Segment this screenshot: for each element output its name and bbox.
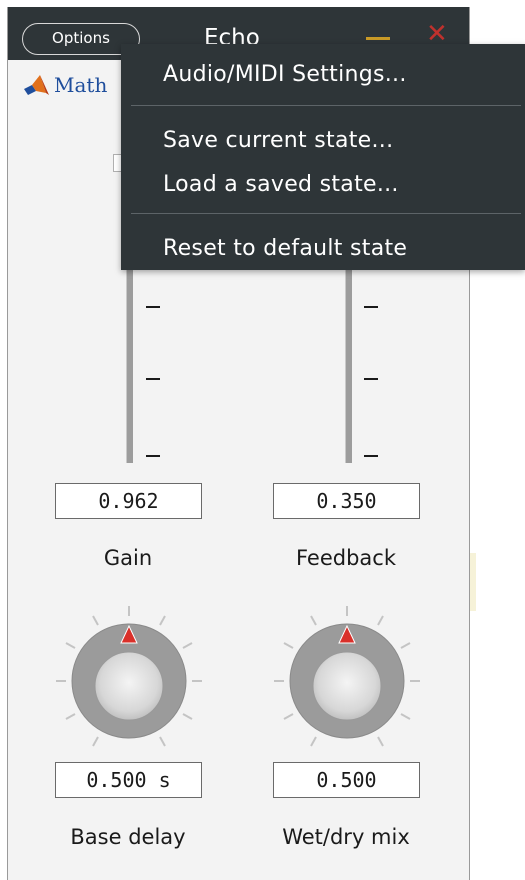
mathworks-logo: Math [22,73,107,97]
minimize-icon[interactable] [366,37,390,40]
background-strip [470,553,476,611]
menu-item-load-state[interactable]: Load a saved state... [163,172,399,197]
gain-slider-tick [146,306,160,308]
gain-slider-tick [146,378,160,380]
wet-dry-value-field[interactable]: 0.500 [273,762,420,798]
menu-item-reset-state[interactable]: Reset to default state [163,236,407,261]
menu-item-audio-midi-settings[interactable]: Audio/MIDI Settings... [163,62,407,87]
gain-value-field[interactable]: 0.962 [55,483,202,519]
feedback-slider-tick [364,306,378,308]
base-delay-value-field[interactable]: 0.500 s [55,762,202,798]
wet-dry-label: Wet/dry mix [282,825,410,849]
logo-text: Math [54,73,108,97]
feedback-slider-tick [364,455,378,457]
menu-separator [131,213,521,214]
gain-slider-track[interactable] [126,270,133,463]
options-menu: Audio/MIDI Settings... Save current stat… [121,44,525,270]
menu-item-save-state[interactable]: Save current state... [163,128,393,153]
gain-label: Gain [103,546,153,570]
base-delay-knob[interactable] [46,598,212,764]
base-delay-label: Base delay [70,825,186,849]
feedback-slider-track[interactable] [345,270,352,463]
feedback-slider-tick [364,378,378,380]
membrane-logo-icon [24,75,49,95]
wet-dry-knob[interactable] [264,598,430,764]
menu-separator [131,105,521,106]
feedback-label: Feedback [295,546,396,570]
gain-slider-tick [146,455,160,457]
feedback-value-field[interactable]: 0.350 [273,483,420,519]
